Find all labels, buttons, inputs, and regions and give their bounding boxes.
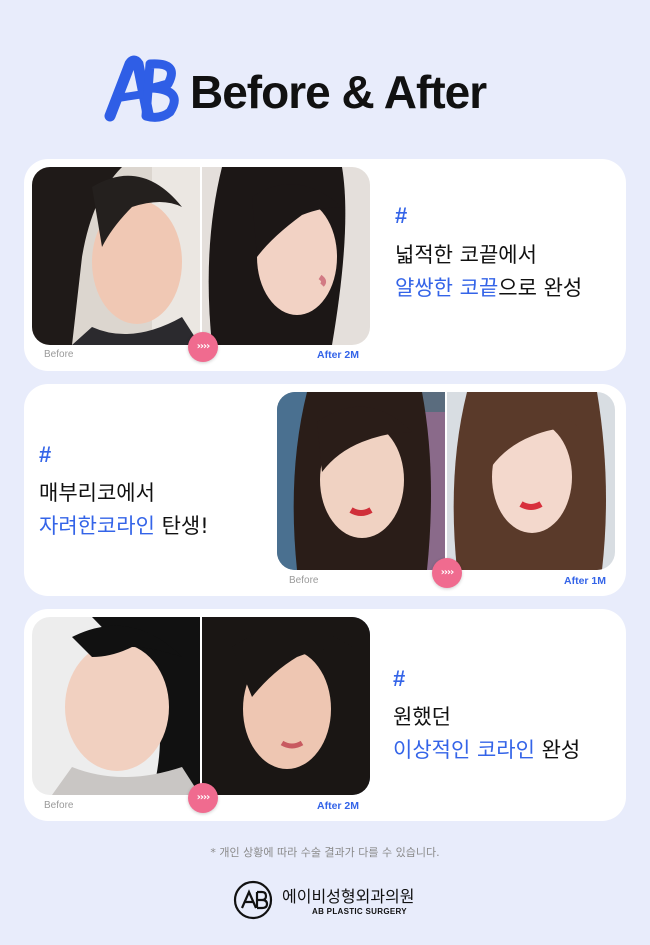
caption-highlight: 얄쌍한 코끝	[395, 276, 499, 300]
photo-divider	[445, 392, 447, 570]
caption-line-2: 얄쌍한 코끝으로 완성	[395, 272, 582, 302]
before-photo	[277, 392, 445, 570]
caption-line-1: 넓적한 코끝에서	[395, 243, 537, 267]
caption-highlight: 이상적인 코라인	[393, 738, 535, 762]
caption-line-2: 이상적인 코라인 완성	[393, 734, 580, 764]
next-arrow-icon: ››››	[188, 332, 218, 362]
caption-line-2: 자려한코라인 탄생!	[39, 510, 209, 540]
caption-rest: 탄생!	[154, 514, 209, 538]
page-title: Before & After	[190, 66, 487, 118]
caption-rest: 완성	[534, 738, 581, 762]
page-header: Before & After	[0, 52, 650, 132]
result-card-1: Before ›››› After 2M # 넓적한 코끝에서 얄쌍한 코끝으로…	[24, 159, 626, 371]
after-photo	[202, 167, 370, 345]
before-after-photos	[277, 392, 615, 570]
after-label: After 1M	[564, 575, 607, 587]
before-after-photos	[32, 167, 370, 345]
result-card-2: # 매부리코에서 자려한코라인 탄생! Before ›››› After 1M	[24, 384, 626, 596]
ab-brush-logo	[104, 55, 179, 122]
hashtag-mark: #	[393, 666, 406, 691]
before-after-photos	[32, 617, 370, 795]
after-photo	[202, 617, 370, 795]
before-label: Before	[289, 575, 319, 586]
before-label: Before	[44, 349, 74, 360]
next-arrow-icon: ››››	[432, 558, 462, 588]
before-photo	[32, 167, 200, 345]
after-label: After 2M	[317, 800, 360, 812]
hashtag-mark: #	[395, 203, 408, 228]
next-arrow-icon: ››››	[188, 783, 218, 813]
caption-line-1: 매부리코에서	[39, 481, 155, 505]
caption-line-1: 원했던	[393, 705, 451, 729]
clinic-name-english: AB PLASTIC SURGERY	[312, 907, 407, 916]
before-label: Before	[44, 800, 74, 811]
caption-rest: 으로 완성	[498, 276, 583, 300]
clinic-name: 에이비성형외과의원	[282, 887, 415, 906]
result-card-3: Before ›››› After 2M # 원했던 이상적인 코라인 완성	[24, 609, 626, 821]
after-photo	[447, 392, 615, 570]
disclaimer-text: * 개인 상황에 따라 수술 결과가 다를 수 있습니다.	[210, 846, 440, 859]
before-photo	[32, 617, 200, 795]
ab-circle-logo	[233, 880, 273, 920]
caption-highlight: 자려한코라인	[39, 514, 155, 538]
photo-divider	[200, 617, 202, 795]
hashtag-mark: #	[39, 442, 52, 467]
after-label: After 2M	[317, 349, 360, 361]
photo-divider	[200, 167, 202, 345]
